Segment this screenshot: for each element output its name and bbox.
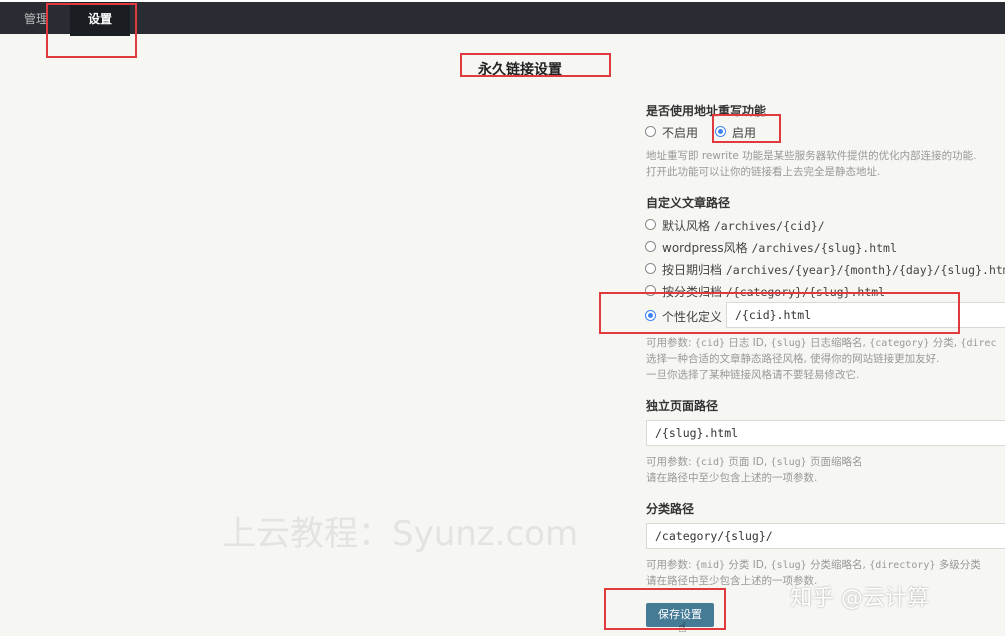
param-slug: {slug} bbox=[770, 338, 807, 349]
page-title: 永久链接设置 bbox=[478, 62, 562, 78]
param-slug: {slug} bbox=[770, 457, 807, 468]
param-directory: {direc bbox=[960, 338, 997, 349]
post-path-default-option: 默认风格 /archives/{cid}/ bbox=[662, 217, 825, 234]
param-mid: {mid} bbox=[694, 560, 725, 571]
hand-cursor-icon: ☝ bbox=[678, 620, 687, 636]
param-cid: {cid} bbox=[694, 338, 725, 349]
param-slug-desc: 页面缩略名 bbox=[806, 456, 863, 468]
param-directory-desc: 多级分类 bbox=[935, 559, 981, 571]
option-label: 按日期归档 bbox=[662, 263, 723, 277]
desc-prefix: 可用参数: bbox=[646, 559, 695, 571]
post-path-date-radio[interactable] bbox=[645, 263, 656, 274]
rewrite-on-radio[interactable] bbox=[715, 126, 726, 137]
desc-prefix: 可用参数: bbox=[646, 456, 695, 468]
rewrite-section-title: 是否使用地址重写功能 bbox=[646, 104, 767, 118]
post-path-category-radio[interactable] bbox=[645, 285, 656, 296]
post-path-params-description: 可用参数: {cid} 日志 ID, {slug} 日志缩略名, {catego… bbox=[646, 335, 1005, 350]
nav-item-settings[interactable]: 设置 bbox=[70, 2, 130, 36]
post-path-category-option: 按分类归档 /{category}/{slug}.html bbox=[662, 283, 885, 300]
post-path-wordpress-option: wordpress风格 /archives/{slug}.html bbox=[662, 239, 897, 256]
rewrite-on-label: 启用 bbox=[732, 126, 757, 140]
param-slug-desc: 日志缩略名, bbox=[806, 337, 870, 349]
rewrite-off-radio[interactable] bbox=[645, 126, 656, 137]
post-path-wordpress-radio[interactable] bbox=[645, 241, 656, 252]
category-path-section-title: 分类路径 bbox=[646, 502, 695, 516]
rewrite-description-line-1: 地址重写即 rewrite 功能是某些服务器软件提供的优化内部连接的功能. bbox=[646, 150, 977, 162]
watermark-zhihu: 知乎 @云计算 bbox=[790, 586, 929, 611]
post-path-date-option: 按日期归档 /archives/{year}/{month}/{day}/{sl… bbox=[662, 261, 1005, 278]
option-pattern: /{category}/{slug}.html bbox=[725, 285, 886, 299]
option-label: 默认风格 bbox=[662, 219, 711, 233]
watermark-syunz: 上云教程：Syunz.com bbox=[222, 514, 579, 554]
post-path-custom-label: 个性化定义 bbox=[662, 310, 723, 324]
param-slug: {slug} bbox=[770, 560, 807, 571]
rewrite-description-line-2: 打开此功能可以让你的链接看上去完全是静态地址. bbox=[646, 166, 881, 178]
page-path-description-line-2: 请在路径中至少包含上述的一项参数. bbox=[646, 472, 818, 484]
top-navigation-bar: 管理 设置 bbox=[0, 0, 1005, 36]
post-path-section-title: 自定义文章路径 bbox=[646, 196, 731, 210]
param-category: {category} bbox=[869, 338, 930, 349]
desc-prefix: 可用参数: bbox=[646, 337, 695, 349]
option-pattern: /archives/{slug}.html bbox=[751, 241, 897, 255]
page-path-input[interactable]: /{slug}.html bbox=[646, 420, 1005, 446]
param-cid: {cid} bbox=[694, 457, 725, 468]
post-path-custom-input[interactable]: /{cid}.html bbox=[726, 302, 1005, 328]
param-cid-desc: 页面 ID, bbox=[725, 456, 771, 468]
option-label: 按分类归档 bbox=[662, 285, 723, 299]
param-cid-desc: 日志 ID, bbox=[725, 337, 771, 349]
option-pattern: /archives/{year}/{month}/{day}/{slug}.ht… bbox=[725, 263, 1005, 277]
page-path-params-description: 可用参数: {cid} 页面 ID, {slug} 页面缩略名 bbox=[646, 454, 863, 469]
rewrite-off-label: 不启用 bbox=[662, 126, 699, 140]
page-path-section-title: 独立页面路径 bbox=[646, 399, 719, 413]
post-path-default-radio[interactable] bbox=[645, 219, 656, 230]
param-mid-desc: 分类 ID, bbox=[725, 559, 771, 571]
post-path-custom-radio[interactable] bbox=[645, 310, 656, 321]
option-pattern: /archives/{cid}/ bbox=[713, 219, 825, 233]
param-directory: {directory} bbox=[869, 560, 936, 571]
option-label: wordpress风格 bbox=[662, 241, 748, 255]
post-path-description-line-2: 选择一种合适的文章静态路径风格, 使得你的网站链接更加友好. bbox=[646, 353, 940, 365]
category-path-input[interactable]: /category/{slug}/ bbox=[646, 523, 1005, 549]
post-path-description-line-3: 一旦你选择了某种链接风格请不要轻易修改它. bbox=[646, 369, 860, 381]
nav-item-manage[interactable]: 管理 bbox=[24, 2, 48, 36]
param-category-desc: 分类, bbox=[929, 337, 961, 349]
category-path-params-description: 可用参数: {mid} 分类 ID, {slug} 分类缩略名, {direct… bbox=[646, 557, 1005, 572]
param-slug-desc: 分类缩略名, bbox=[806, 559, 870, 571]
